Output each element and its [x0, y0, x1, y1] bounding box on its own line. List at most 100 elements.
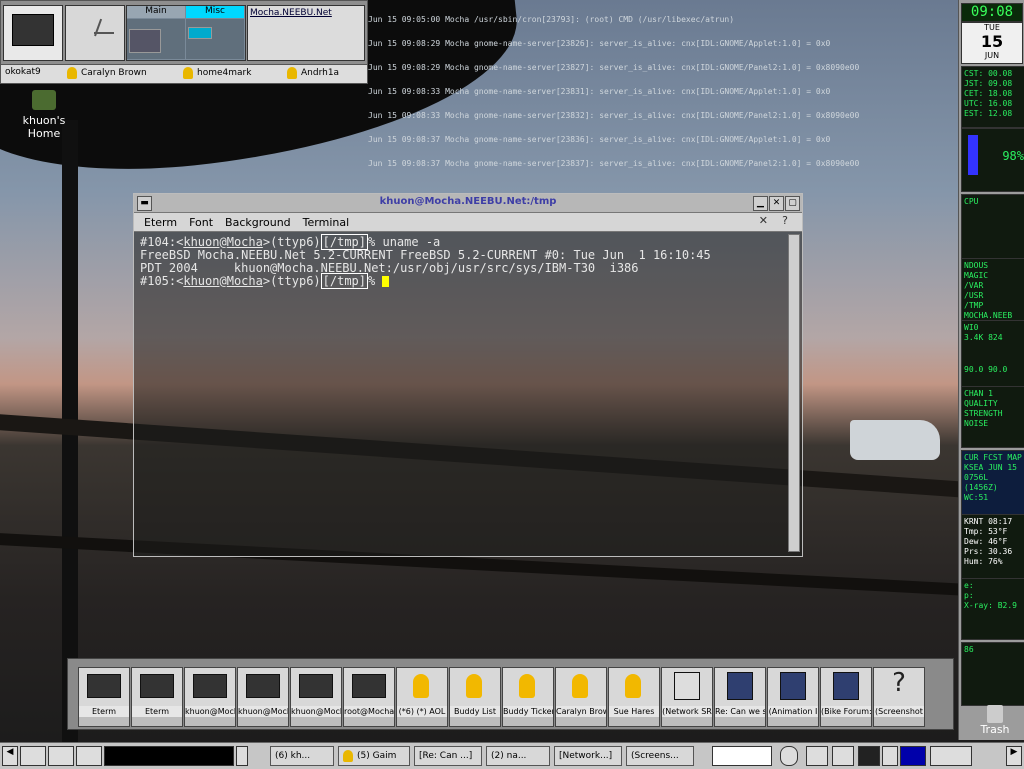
world-clock-row: UTC: 16.08 [964, 99, 1013, 108]
shelf-item[interactable]: Buddy Ticker [502, 667, 554, 727]
task-label: (Screens... [631, 751, 679, 761]
person-icon [183, 67, 193, 79]
scroll-left-button[interactable]: ◀ [2, 746, 18, 766]
help-icon[interactable]: ? [782, 214, 788, 227]
terminal-launcher-icon[interactable] [48, 746, 74, 766]
boat [850, 420, 940, 460]
log-line: Jun 15 09:08:29 Mocha gnome-name-server[… [368, 39, 831, 48]
shelf-item[interactable]: khuon@Mocha [237, 667, 289, 727]
taskbar-task[interactable]: (6) kh... [270, 746, 334, 766]
pager-desk-misc[interactable] [186, 19, 244, 59]
buddy-name: Caralyn Brown [81, 68, 147, 78]
wireless-quality: QUALITY [964, 399, 998, 408]
world-clock-row: EST: 12.08 [964, 109, 1013, 118]
volume-mixer[interactable]: 86 [961, 642, 1024, 706]
shelf-item-label: khuon@Mocha [238, 706, 288, 717]
tab-fcst[interactable]: FCST [983, 453, 1002, 462]
shelf-item[interactable]: root@Mocha [343, 667, 395, 727]
network-launcher-icon[interactable] [76, 746, 102, 766]
calendar-weekday: TUE [984, 23, 1000, 32]
shelf-item[interactable]: khuon@Mocha [184, 667, 236, 727]
scroll-arrows[interactable] [236, 746, 248, 766]
printer-icon[interactable] [806, 746, 828, 766]
pager-desk-main[interactable] [127, 19, 185, 59]
buddy-item[interactable]: Caralyn Brown [67, 67, 147, 79]
shelf-item[interactable]: (*6) (*) AOL [396, 667, 448, 727]
home-desktop-icon[interactable]: khuon's Home [10, 90, 78, 140]
calendar-month: JUN [984, 51, 1000, 60]
tab-cur[interactable]: CUR [964, 453, 978, 462]
shelf-item[interactable]: (Animation I [767, 667, 819, 727]
network-monitor[interactable]: Mocha.NEEBU.Net [247, 5, 365, 61]
window-titlebar[interactable]: ▬ khuon@Mocha.NEEBU.Net:/tmp ▁ ✕ ▢ [134, 194, 802, 213]
taskbar-task[interactable]: (5) Gaim [338, 746, 410, 766]
scrollbar[interactable] [788, 234, 800, 552]
disk-label: /VAR [964, 281, 984, 290]
pager-tab-misc[interactable]: Misc [186, 6, 244, 18]
shelf-item-label: (*6) (*) AOL [397, 706, 447, 717]
laptop-icon [87, 674, 121, 698]
gear-icon[interactable] [832, 746, 854, 766]
command-input[interactable] [104, 746, 234, 766]
scroll-right-button[interactable]: ▶ [1006, 746, 1022, 766]
menu-terminal[interactable]: Terminal [303, 216, 350, 229]
menu-background[interactable]: Background [225, 216, 291, 229]
close-button[interactable]: ✕ [769, 196, 784, 211]
log-line: Jun 15 09:08:37 Mocha gnome-name-server[… [368, 135, 831, 144]
taskbar-task[interactable]: [Re: Can ...] [414, 746, 482, 766]
monitor-icon[interactable] [858, 746, 880, 766]
close-icon[interactable]: ✕ [759, 214, 768, 227]
shelf-item[interactable]: Eterm [131, 667, 183, 727]
tab-map[interactable]: MAP [1007, 453, 1021, 462]
workspace-pager[interactable]: Main Misc [126, 5, 246, 61]
minimize-button[interactable]: ▁ [753, 196, 768, 211]
buddy-item[interactable]: okokat9 [5, 67, 41, 77]
lock-icon[interactable] [930, 746, 972, 766]
weather-dew: Dew: 46°F [964, 537, 1008, 546]
menu-eterm[interactable]: Eterm [144, 216, 177, 229]
shelf-item[interactable]: Caralyn Brown [555, 667, 607, 727]
laptop-icon [12, 14, 54, 46]
terminal-window[interactable]: ▬ khuon@Mocha.NEEBU.Net:/tmp ▁ ✕ ▢ Eterm… [133, 193, 803, 557]
menu-font[interactable]: Font [189, 216, 213, 229]
clock-minute-hand [94, 32, 114, 34]
shelf-item[interactable]: Eterm [78, 667, 130, 727]
mail-icon [833, 672, 859, 700]
calendar-applet[interactable]: TUE 15 JUN [961, 22, 1023, 64]
volume-level: 86 [964, 645, 974, 654]
weather-applet[interactable]: CUR FCST MAP KSEA JUN 15 0756L (1456Z) W… [961, 450, 1024, 516]
buddy-item[interactable]: home4mark [183, 67, 251, 79]
taskbar-task[interactable]: (Screens... [626, 746, 694, 766]
laptop-thumbnail[interactable] [3, 5, 63, 61]
taskbar-task[interactable]: (2) na... [486, 746, 550, 766]
taskbar-task[interactable]: [Network...] [554, 746, 622, 766]
shelf-item[interactable]: khuon@Mocha [290, 667, 342, 727]
buddy-name: Andrh1a [301, 68, 340, 78]
shelf-item[interactable]: Buddy List [449, 667, 501, 727]
network-load: WI0 3.4K 824 90.0 90.0 [961, 320, 1024, 388]
terminal-content[interactable]: #104:<khuon@Mocha>(ttyp6) [/tmp]% uname -… [140, 234, 788, 546]
xray-e: e: [964, 581, 974, 590]
shelf-item[interactable]: Sue Hares [608, 667, 660, 727]
buddy-item[interactable]: Andrh1a [287, 67, 339, 79]
prompt-tty: (ttyp6) [270, 274, 321, 288]
trash-icon-container[interactable]: Trash [975, 705, 1015, 736]
disk-label: /TMP [964, 301, 984, 310]
shelf-item[interactable]: ? (Screenshot [873, 667, 925, 727]
document-icon [674, 672, 700, 700]
weather-humidity: Hum: 76% [964, 557, 1003, 566]
quick-input[interactable] [712, 746, 772, 766]
buddy-icon [413, 674, 429, 698]
foot-menu-icon[interactable] [20, 746, 46, 766]
pager-tab-main[interactable]: Main [127, 6, 185, 18]
maximize-button[interactable]: ▢ [785, 196, 800, 211]
disk-label: MAGIC [964, 271, 989, 280]
shelf-item[interactable]: (Network SR [661, 667, 713, 727]
speaker-icon[interactable] [882, 746, 898, 766]
shelf-item[interactable]: (Bike Forum: [820, 667, 872, 727]
shelf-item[interactable]: Re: Can we s [714, 667, 766, 727]
pager-window [129, 29, 161, 53]
window-title: khuon@Mocha.NEEBU.Net:/tmp [379, 196, 557, 207]
disk-monitor: NDOUS MAGIC /VAR /USR /TMP MOCHA.NEEB [961, 258, 1024, 322]
help-icon[interactable] [780, 746, 798, 766]
